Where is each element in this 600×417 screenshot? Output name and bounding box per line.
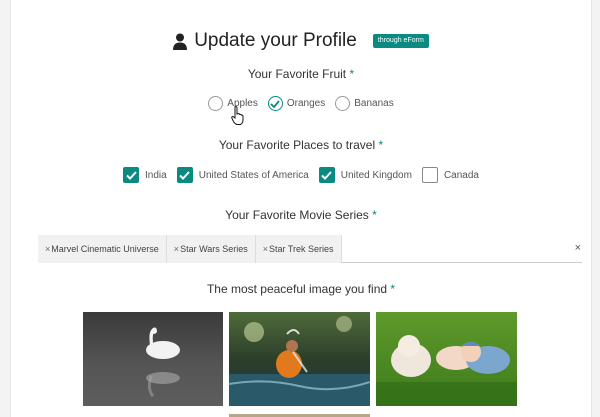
radio-apples[interactable] [208, 96, 224, 111]
tag-label: Star Trek Series [269, 243, 334, 254]
tag-remove-button[interactable]: × [45, 244, 50, 254]
tag-marvel: × Marvel Cinematic Universe [38, 234, 167, 263]
checkbox-uk[interactable] [318, 167, 335, 183]
form-header: Update your Profile through eForm [11, 30, 591, 52]
sleeping-babies-image[interactable] [376, 312, 517, 406]
radio-label: Bananas [354, 98, 394, 109]
checkbox-label: India [145, 169, 167, 181]
fruit-question-label: Your Favorite Fruit * [247, 67, 355, 81]
checkbox-label: United Kingdom [340, 169, 412, 181]
radio-oranges[interactable] [267, 96, 283, 111]
page-title: Update your Profile [194, 30, 357, 51]
tag-star-wars: × Star Wars Series [166, 234, 256, 263]
images-question-label: The most peaceful image you find * [206, 282, 396, 296]
required-mark: * [349, 67, 355, 81]
required-mark: * [378, 138, 384, 152]
places-checkbox-group: India United States of America United Ki… [11, 167, 591, 183]
tag-label: Star Wars Series [180, 243, 248, 254]
movie-tag-select[interactable]: × Marvel Cinematic Universe × Star Wars … [38, 234, 582, 263]
tag-remove-button[interactable]: × [263, 244, 268, 254]
radio-bananas[interactable] [335, 96, 351, 111]
user-icon [173, 33, 188, 50]
child-at-stream-image[interactable] [229, 312, 370, 406]
swan-image[interactable] [83, 312, 223, 406]
checkbox-canada[interactable] [421, 167, 438, 183]
radio-option-oranges[interactable]: Oranges [267, 96, 326, 111]
checkbox-option-india[interactable]: India [123, 167, 167, 183]
required-mark: * [372, 208, 377, 222]
checkbox-usa[interactable] [176, 167, 193, 183]
tag-remove-button[interactable]: × [174, 244, 179, 254]
pointer-cursor-icon [231, 106, 244, 125]
checkbox-option-usa[interactable]: United States of America [176, 167, 309, 183]
required-mark: * [390, 282, 396, 296]
clear-all-button[interactable]: × [575, 242, 581, 254]
checkbox-india[interactable] [123, 167, 140, 183]
checkbox-label: Canada [443, 169, 479, 181]
tag-label: Marvel Cinematic Universe [51, 243, 159, 254]
checkbox-label: United States of America [198, 169, 309, 181]
eform-badge: through eForm [372, 34, 429, 48]
places-question-label: Your Favorite Places to travel * [218, 138, 384, 152]
radio-label: Oranges [286, 98, 326, 109]
radio-option-bananas[interactable]: Bananas [335, 96, 394, 111]
checkbox-option-canada[interactable]: Canada [421, 167, 479, 183]
checkbox-option-uk[interactable]: United Kingdom [318, 167, 412, 183]
tag-star-trek: × Star Trek Series [255, 234, 342, 263]
fruit-radio-group: Apples Oranges Bananas [11, 96, 591, 111]
movies-question-label: Your Favorite Movie Series * [225, 208, 377, 222]
